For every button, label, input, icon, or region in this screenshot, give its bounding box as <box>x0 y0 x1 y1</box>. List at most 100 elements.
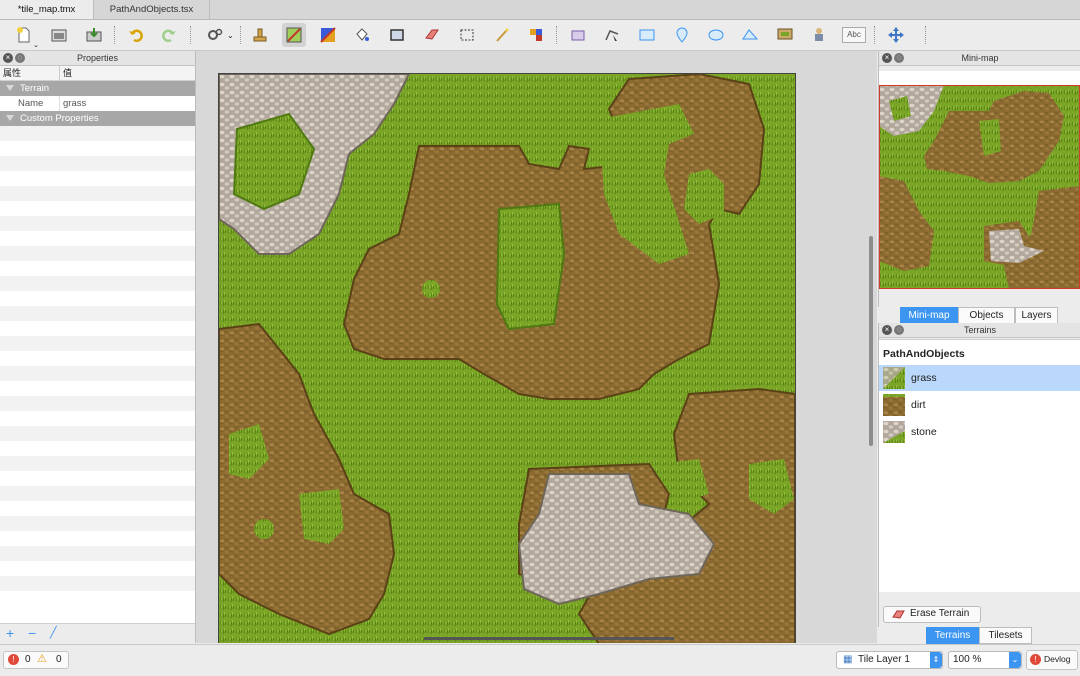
grass-thumbnail <box>883 367 905 389</box>
properties-footer: + − ╱ <box>0 623 195 644</box>
dirt-thumbnail <box>883 394 905 416</box>
tab-layers[interactable]: Layers <box>1015 307 1058 324</box>
zoom-select[interactable]: 100 % ⌄ <box>948 651 1022 669</box>
tab-objects[interactable]: Objects <box>958 307 1015 324</box>
warning-icon: ⚠ <box>37 653 47 665</box>
float-icon[interactable]: ◌ <box>15 53 25 63</box>
insert-rectangle-icon[interactable] <box>635 23 659 47</box>
property-row-name[interactable]: Name grass <box>0 96 195 111</box>
add-property-icon[interactable]: + <box>6 625 14 641</box>
tab-terrains[interactable]: Terrains <box>926 627 979 644</box>
insert-ellipse-icon[interactable] <box>704 23 728 47</box>
minimap-panel: × ◌ Mini-map <box>878 51 1080 307</box>
empty-property-row <box>0 561 195 576</box>
empty-property-row <box>0 426 195 441</box>
minimap-title-bar: × ◌ Mini-map <box>879 51 1080 66</box>
panel-title: Mini-map <box>961 53 999 63</box>
empty-property-row <box>0 531 195 546</box>
same-tile-select-icon[interactable] <box>524 23 548 47</box>
empty-property-row <box>0 126 195 141</box>
empty-property-row <box>0 441 195 456</box>
tab-label: *tile_map.tmx <box>17 4 76 15</box>
column-property: 属性 <box>3 68 22 78</box>
tab-label: Layers <box>1021 310 1052 321</box>
minimap-view[interactable] <box>879 71 1080 289</box>
properties-title-bar: × ◌ Properties <box>0 51 195 66</box>
document-tab-bar: *tile_map.tmx PathAndObjects.tsx <box>0 0 1080 20</box>
properties-panel: × ◌ Properties 属性 值 Terrain Name grass C… <box>0 51 196 643</box>
empty-property-row <box>0 261 195 276</box>
terrain-item-stone[interactable]: stone <box>879 419 1080 445</box>
eraser-icon[interactable] <box>420 23 444 47</box>
close-icon[interactable]: × <box>882 53 892 63</box>
button-label: Erase Terrain <box>910 608 970 619</box>
tile-map-canvas[interactable] <box>218 72 796 643</box>
section-terrain[interactable]: Terrain <box>0 81 195 96</box>
move-icon[interactable] <box>884 23 908 47</box>
main-toolbar: ⌄ ⌄ Abc <box>0 20 1080 51</box>
tab-path-and-objects[interactable]: PathAndObjects.tsx <box>94 0 210 19</box>
empty-property-row <box>0 486 195 501</box>
remove-property-icon[interactable]: − <box>28 625 36 641</box>
empty-property-row <box>0 186 195 201</box>
tab-tilesets[interactable]: Tilesets <box>979 627 1032 644</box>
tab-label: Mini-map <box>908 310 950 321</box>
insert-point-icon[interactable] <box>670 23 694 47</box>
insert-text-icon[interactable]: Abc <box>842 23 866 47</box>
commands-icon[interactable] <box>203 23 227 47</box>
erase-terrain-button[interactable]: Erase Terrain <box>883 606 981 623</box>
stamp-brush-icon[interactable] <box>248 23 272 47</box>
terrain-list: PathAndObjects grass dirt stone <box>879 339 1080 592</box>
section-custom-properties[interactable]: Custom Properties <box>0 111 195 126</box>
empty-property-row <box>0 306 195 321</box>
save-icon[interactable] <box>82 23 106 47</box>
text-tool-label: Abc <box>842 27 866 43</box>
empty-property-row <box>0 141 195 156</box>
column-value: 值 <box>59 66 72 80</box>
edit-polygons-icon[interactable] <box>600 23 624 47</box>
empty-property-row <box>0 576 195 591</box>
insert-polygon-icon[interactable] <box>738 23 762 47</box>
float-icon[interactable]: ◌ <box>894 53 904 63</box>
open-file-icon[interactable] <box>47 23 71 47</box>
tab-label: PathAndObjects.tsx <box>109 4 194 15</box>
select-objects-icon[interactable] <box>566 23 590 47</box>
eraser-icon <box>892 610 905 619</box>
terrain-brush-icon[interactable] <box>282 23 306 47</box>
issues-button[interactable]: ! 0 ⚠ 0 <box>3 651 69 669</box>
terrain-item-dirt[interactable]: dirt <box>879 392 1080 418</box>
float-icon[interactable]: ◌ <box>894 325 904 335</box>
close-icon[interactable]: × <box>882 325 892 335</box>
random-mode-icon[interactable] <box>316 23 340 47</box>
property-name-value[interactable]: grass <box>59 96 86 111</box>
insert-tile-icon[interactable] <box>773 23 797 47</box>
chevron-down-icon[interactable]: ⌄ <box>227 31 234 40</box>
tab-label: Objects <box>969 310 1004 321</box>
rename-property-icon[interactable]: ╱ <box>50 626 57 639</box>
devlog-button[interactable]: ! Devlog <box>1026 650 1078 670</box>
insert-template-icon[interactable] <box>807 23 831 47</box>
empty-property-row <box>0 381 195 396</box>
redo-icon[interactable] <box>157 23 181 47</box>
close-icon[interactable]: × <box>3 53 13 63</box>
terrain-label: stone <box>911 426 937 438</box>
properties-empty-rows <box>0 126 195 606</box>
tab-tile-map[interactable]: *tile_map.tmx <box>0 0 94 19</box>
section-label: Custom Properties <box>20 113 99 124</box>
error-icon: ! <box>8 654 19 665</box>
shape-fill-icon[interactable] <box>385 23 409 47</box>
undo-icon[interactable] <box>124 23 148 47</box>
empty-property-row <box>0 591 195 606</box>
magic-wand-icon[interactable] <box>490 23 514 47</box>
vertical-scrollbar[interactable] <box>869 236 873 446</box>
layer-name: Tile Layer 1 <box>858 654 910 665</box>
rect-select-icon[interactable] <box>455 23 479 47</box>
map-editor-view[interactable] <box>196 51 877 643</box>
bucket-fill-icon[interactable] <box>350 23 374 47</box>
layer-select[interactable]: ▦ Tile Layer 1 ⇕ <box>836 651 943 669</box>
warning-count: 0 <box>56 654 62 665</box>
tab-minimap[interactable]: Mini-map <box>900 307 958 324</box>
terrain-item-grass[interactable]: grass <box>879 365 1080 391</box>
chevron-down-icon[interactable]: ⌄ <box>33 41 39 49</box>
zoom-value: 100 % <box>953 654 982 665</box>
